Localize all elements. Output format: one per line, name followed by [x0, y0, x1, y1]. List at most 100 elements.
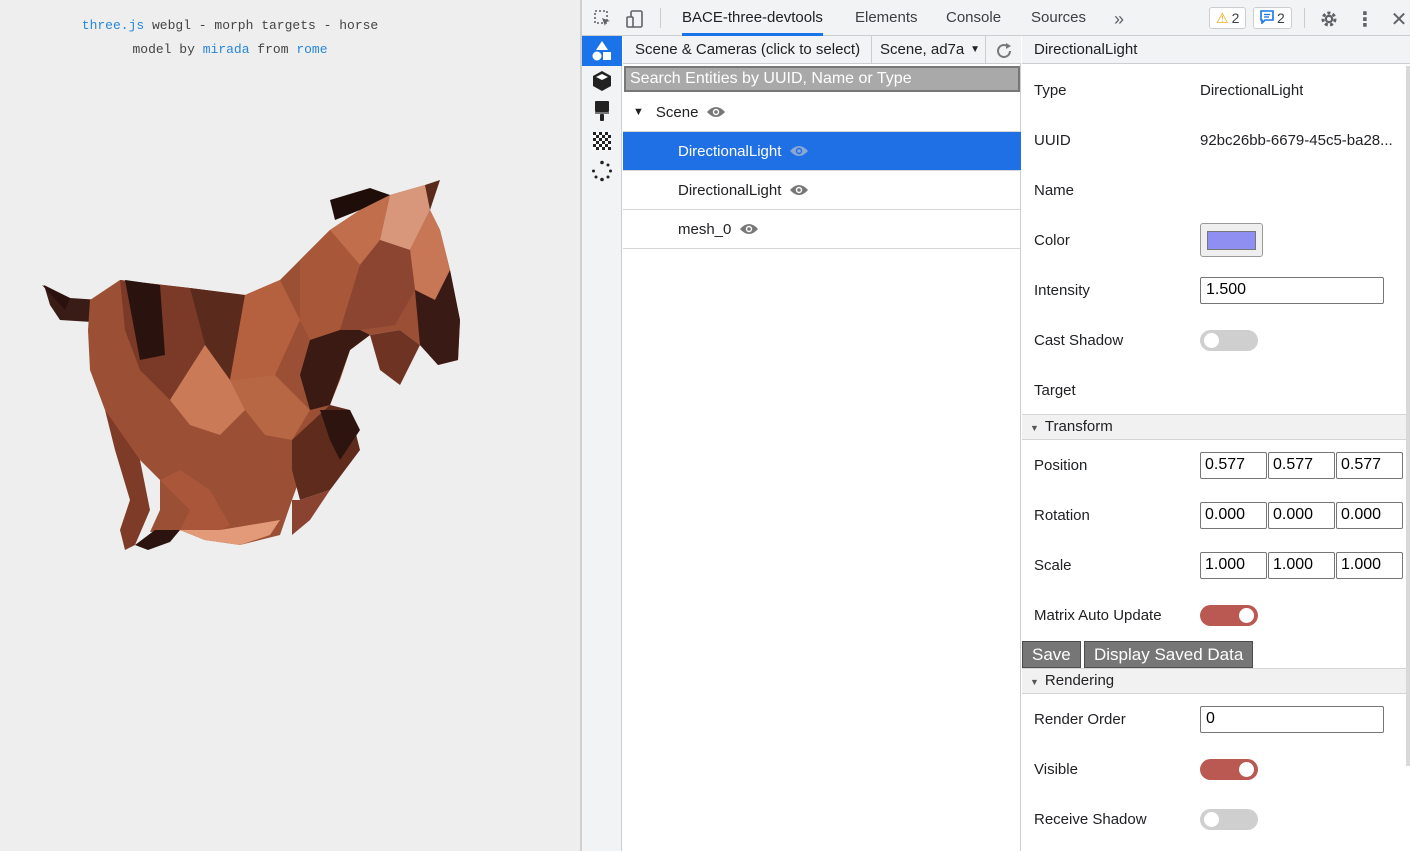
prop-label: Rotation: [1034, 506, 1090, 524]
cube-icon[interactable]: [582, 66, 622, 96]
visible-toggle[interactable]: [1200, 758, 1258, 780]
credit-prefix: model by: [132, 42, 203, 57]
rotation-x-input[interactable]: [1200, 501, 1267, 529]
tree-row-mesh[interactable]: mesh_0: [623, 210, 1021, 249]
tree-row-scene[interactable]: ▼ Scene: [623, 93, 1021, 132]
prop-label: Scale: [1034, 556, 1072, 574]
tab-bace-three-devtools[interactable]: BACE-three-devtools: [682, 0, 823, 36]
horse-model: [42, 180, 460, 550]
refresh-icon[interactable]: [993, 40, 1015, 62]
prop-label: Type: [1034, 81, 1067, 99]
warnings-badge[interactable]: ⚠ 2: [1209, 7, 1247, 29]
rendering-section-header[interactable]: ▼ Rendering: [1022, 668, 1410, 694]
place-link[interactable]: rome: [296, 42, 327, 57]
devtools-toolbar: BACE-three-devtools Elements Console Sou…: [582, 0, 1410, 36]
prop-label: UUID: [1034, 131, 1071, 149]
device-toggle-icon[interactable]: [624, 8, 646, 30]
expand-triangle-icon[interactable]: ▼: [633, 106, 644, 118]
save-button[interactable]: Save: [1022, 641, 1081, 668]
receive-shadow-toggle[interactable]: [1200, 808, 1258, 830]
checkerboard-icon[interactable]: [582, 126, 622, 156]
prop-intensity: Intensity: [1022, 265, 1410, 315]
scale-y-input[interactable]: [1268, 551, 1335, 579]
section-title: Transform: [1044, 418, 1113, 435]
cursor-select-icon[interactable]: [592, 8, 614, 30]
close-icon[interactable]: ✕: [1388, 8, 1410, 31]
intensity-input[interactable]: [1200, 276, 1384, 304]
prop-name: Name: [1022, 165, 1410, 215]
warning-icon: ⚠: [1216, 9, 1229, 26]
prop-value: DirectionalLight: [1200, 81, 1304, 99]
author-link[interactable]: mirada: [203, 42, 250, 57]
object-inspector: DirectionalLight Type DirectionalLight U…: [1022, 36, 1410, 851]
tree-row-directionallight[interactable]: DirectionalLight: [623, 171, 1021, 210]
tree-row-label: DirectionalLight: [678, 142, 782, 160]
webgl-viewport[interactable]: three.js webgl - morph targets - horse m…: [0, 0, 580, 851]
messages-count: 2: [1277, 10, 1285, 26]
credit-line: model by mirada from rome: [0, 38, 460, 62]
color-swatch: [1207, 230, 1256, 250]
vertical-dots-icon[interactable]: ⋮: [1354, 8, 1376, 31]
prop-label: Color: [1034, 231, 1070, 249]
eye-icon[interactable]: [739, 222, 759, 236]
prop-label: Matrix Auto Update: [1034, 606, 1162, 624]
prop-label: Cast Shadow: [1034, 331, 1124, 349]
prop-label: Receive Shadow: [1034, 810, 1147, 828]
transform-section-header[interactable]: ▼ Transform: [1022, 414, 1410, 440]
scale-x-input[interactable]: [1200, 551, 1267, 579]
eye-icon[interactable]: [789, 183, 809, 197]
render-order-input[interactable]: [1200, 705, 1384, 733]
tab-elements[interactable]: Elements: [855, 0, 918, 36]
scene-select-value: Scene, ad7a: [880, 41, 965, 58]
scene-tree-panel: Scene & Cameras (click to select) Scene,…: [623, 36, 1021, 851]
eye-icon[interactable]: [789, 144, 809, 158]
scene-cameras-selector[interactable]: Scene & Cameras (click to select): [635, 36, 860, 63]
info-overlay: three.js webgl - morph targets - horse m…: [0, 14, 460, 62]
prop-label: Target: [1034, 381, 1076, 399]
position-z-input[interactable]: [1336, 451, 1403, 479]
tab-console[interactable]: Console: [946, 0, 1001, 36]
collapse-triangle-icon: ▼: [1030, 677, 1039, 687]
messages-badge[interactable]: 2: [1253, 7, 1292, 29]
prop-render-order: Render Order: [1022, 694, 1410, 744]
prop-receive-shadow: Receive Shadow: [1022, 794, 1410, 844]
inspector-title: DirectionalLight: [1022, 36, 1410, 64]
color-picker[interactable]: [1200, 223, 1263, 257]
position-y-input[interactable]: [1268, 451, 1335, 479]
paint-brush-icon[interactable]: [582, 96, 622, 126]
tree-row-label: mesh_0: [678, 220, 732, 238]
loading-dots-icon[interactable]: [582, 156, 622, 186]
entity-search-input[interactable]: [624, 66, 1020, 92]
cast-shadow-toggle[interactable]: [1200, 329, 1258, 351]
section-title: Rendering: [1044, 672, 1115, 689]
prop-label: Name: [1034, 181, 1075, 199]
gear-icon[interactable]: [1318, 8, 1340, 30]
tree-row-label: DirectionalLight: [678, 181, 782, 199]
warnings-count: 2: [1231, 10, 1240, 26]
tree-row-directionallight[interactable]: DirectionalLight: [623, 132, 1021, 171]
info-title-line: three.js webgl - morph targets - horse: [0, 14, 460, 38]
prop-matrix-auto-update: Matrix Auto Update: [1022, 590, 1410, 640]
tab-sources[interactable]: Sources: [1031, 0, 1086, 36]
position-x-input[interactable]: [1200, 451, 1267, 479]
prop-position: Position: [1022, 440, 1410, 490]
shapes-icon[interactable]: [582, 36, 622, 66]
rotation-z-input[interactable]: [1336, 501, 1403, 529]
info-title-text: webgl - morph targets - horse: [144, 18, 379, 33]
eye-icon[interactable]: [706, 105, 726, 119]
toolbar-separator: [660, 8, 661, 28]
prop-label: Render Order: [1034, 710, 1126, 728]
display-saved-data-button[interactable]: Display Saved Data: [1084, 641, 1254, 668]
scale-z-input[interactable]: [1336, 551, 1403, 579]
scene-select-dropdown[interactable]: Scene, ad7a ▼: [871, 36, 986, 64]
matrix-auto-update-toggle[interactable]: [1200, 604, 1258, 626]
chevron-double-right-icon[interactable]: »: [1108, 8, 1130, 30]
prop-color: Color: [1022, 215, 1410, 265]
rotation-y-input[interactable]: [1268, 501, 1335, 529]
toolbar-separator: [1304, 8, 1305, 28]
inspector-scrollbar[interactable]: [1406, 66, 1410, 766]
collapse-triangle-icon: ▼: [1030, 423, 1039, 433]
chevron-down-icon: ▼: [970, 44, 980, 55]
threejs-link[interactable]: three.js: [82, 18, 144, 33]
prop-cast-shadow: Cast Shadow: [1022, 315, 1410, 365]
